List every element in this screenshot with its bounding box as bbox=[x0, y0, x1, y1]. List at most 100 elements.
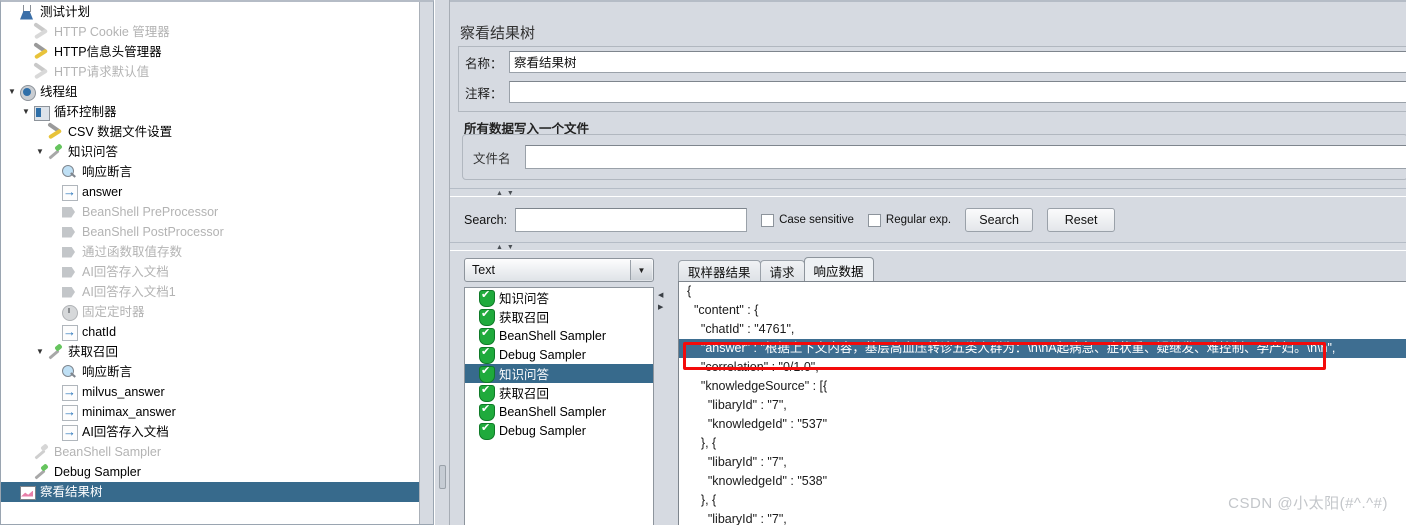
tree-item-7[interactable]: ▼ 知识问答 bbox=[1, 142, 433, 162]
tree-item-label: HTTP Cookie 管理器 bbox=[54, 25, 170, 39]
tree-item-0[interactable]: 测试计划 bbox=[1, 2, 433, 22]
tree-item-14[interactable]: AI回答存入文档1 bbox=[1, 282, 433, 302]
tree-item-11[interactable]: BeanShell PostProcessor bbox=[1, 222, 433, 242]
tree-item-1[interactable]: HTTP Cookie 管理器 bbox=[1, 22, 433, 42]
tree-toggle-icon[interactable]: ▼ bbox=[33, 342, 47, 362]
tree-item-label: 循环控制器 bbox=[54, 105, 117, 119]
tree-item-4[interactable]: ▼ 线程组 bbox=[1, 82, 433, 102]
tree-item-9[interactable]: answer bbox=[1, 182, 433, 202]
post-processor-arrow-icon bbox=[61, 382, 78, 402]
result-tabs[interactable]: 取样器结果 请求 响应数据 bbox=[678, 256, 874, 282]
tree-item-23[interactable]: Debug Sampler bbox=[1, 462, 433, 482]
list-item[interactable]: Debug Sampler bbox=[465, 421, 653, 440]
view-results-tree-panel: 察看结果树 名称： 察看结果树 注释： 所有数据写入一个文件 文件名 ▲▼ Se… bbox=[450, 0, 1406, 525]
tree-item-12[interactable]: 通过函数取值存数 bbox=[1, 242, 433, 262]
tree-item-17[interactable]: ▼ 获取召回 bbox=[1, 342, 433, 362]
magnifier-icon bbox=[61, 164, 78, 181]
splitter-onetouch-top[interactable]: ▲▼ bbox=[450, 188, 1406, 197]
tree-item-6[interactable]: CSV 数据文件设置 bbox=[1, 122, 433, 142]
regular-exp-checkbox[interactable]: Regular exp. bbox=[867, 213, 952, 227]
list-item[interactable]: 获取召回 bbox=[465, 383, 653, 402]
test-plan-tree[interactable]: 测试计划 HTTP Cookie 管理器 HTTP信息头管理器 HTTP请求默认值 ▼ 线… bbox=[0, 0, 434, 525]
list-item[interactable]: 知识问答 bbox=[465, 364, 653, 383]
processor-icon bbox=[61, 244, 78, 261]
tab-2[interactable]: 响应数据 bbox=[803, 257, 874, 282]
flask-icon bbox=[19, 4, 36, 21]
tree-item-3[interactable]: HTTP请求默认值 bbox=[1, 62, 433, 82]
regular-exp-label: Regular exp. bbox=[885, 214, 952, 226]
expand-right-icon[interactable]: ▶ bbox=[658, 303, 663, 311]
tree-toggle-icon[interactable]: ▼ bbox=[5, 82, 19, 102]
tree-item-19[interactable]: milvus_answer bbox=[1, 382, 433, 402]
tree-item-label: 测试计划 bbox=[40, 5, 91, 19]
list-item-label: 获取召回 bbox=[499, 387, 550, 401]
collapse-left-icon[interactable]: ◀ bbox=[658, 291, 663, 299]
list-item[interactable]: 获取召回 bbox=[465, 307, 653, 326]
main-splitter[interactable] bbox=[434, 0, 450, 525]
tree-item-2[interactable]: HTTP信息头管理器 bbox=[1, 42, 433, 62]
chevron-down-icon[interactable]: ▼ bbox=[630, 260, 652, 280]
tree-item-label: BeanShell PreProcessor bbox=[82, 205, 219, 219]
tree-item-label: 通过函数取值存数 bbox=[82, 245, 183, 259]
pipette-icon bbox=[33, 464, 50, 481]
tree-toggle-icon[interactable]: ▼ bbox=[33, 142, 47, 162]
processor-icon bbox=[61, 264, 78, 281]
tree-toggle-icon[interactable]: ▼ bbox=[19, 102, 33, 122]
tree-item-label: AI回答存入文档 bbox=[82, 425, 169, 439]
renderer-select[interactable]: Text ▼ bbox=[464, 258, 654, 282]
tree-item-label: HTTP请求默认值 bbox=[54, 65, 150, 79]
results-splitter[interactable]: ◀ ▶ bbox=[656, 287, 668, 525]
post-processor-arrow-icon bbox=[61, 422, 78, 442]
splitter-grip[interactable] bbox=[439, 465, 446, 489]
filename-input[interactable] bbox=[525, 145, 1406, 169]
response-line: "knowledgeId" : "537" bbox=[687, 417, 828, 431]
jmeter-window: 测试计划 HTTP Cookie 管理器 HTTP信息头管理器 HTTP请求默认值 ▼ 线… bbox=[0, 0, 1406, 525]
list-item-label: BeanShell Sampler bbox=[499, 328, 607, 343]
tree-item-16[interactable]: chatId bbox=[1, 322, 433, 342]
tree-item-label: CSV 数据文件设置 bbox=[68, 125, 173, 139]
checkbox-box-icon[interactable] bbox=[761, 213, 775, 227]
tree-item-24[interactable]: 察看结果树 bbox=[1, 482, 433, 502]
splitter-onetouch-bottom[interactable]: ▲▼ bbox=[450, 242, 1406, 251]
name-input[interactable]: 察看结果树 bbox=[509, 51, 1406, 73]
list-item[interactable]: BeanShell Sampler bbox=[465, 402, 653, 421]
response-line: "correlation" : "0/1.0", bbox=[687, 360, 819, 374]
comment-input[interactable] bbox=[509, 81, 1406, 103]
wrench-icon bbox=[33, 44, 50, 61]
pipette-icon bbox=[47, 144, 64, 161]
tree-item-18[interactable]: 响应断言 bbox=[1, 362, 433, 382]
tree-item-20[interactable]: minimax_answer bbox=[1, 402, 433, 422]
tree-item-10[interactable]: BeanShell PreProcessor bbox=[1, 202, 433, 222]
onetouch-arrows-icon[interactable]: ▲▼ bbox=[496, 243, 518, 252]
list-item[interactable]: BeanShell Sampler bbox=[465, 326, 653, 345]
tab-1[interactable]: 请求 bbox=[759, 260, 805, 282]
tree-item-22[interactable]: BeanShell Sampler bbox=[1, 442, 433, 462]
list-item-label: 知识问答 bbox=[499, 292, 550, 306]
search-button[interactable]: Search bbox=[965, 208, 1034, 232]
tree-item-label: Debug Sampler bbox=[54, 465, 141, 479]
search-input[interactable] bbox=[515, 208, 748, 232]
tree-item-15[interactable]: 固定定时器 bbox=[1, 302, 433, 322]
results-area: Text ▼ 知识问答获取召回BeanShell SamplerDebug Sa… bbox=[450, 254, 1406, 525]
tree-item-5[interactable]: ▼ 循环控制器 bbox=[1, 102, 433, 122]
tab-0[interactable]: 取样器结果 bbox=[678, 260, 761, 282]
page-title: 察看结果树 bbox=[460, 25, 536, 42]
tree-item-8[interactable]: 响应断言 bbox=[1, 162, 433, 182]
tree-item-21[interactable]: AI回答存入文档 bbox=[1, 422, 433, 442]
tree-item-label: 线程组 bbox=[40, 85, 78, 99]
onetouch-arrows-icon[interactable]: ▲▼ bbox=[496, 189, 518, 198]
tree-item-label: 获取召回 bbox=[68, 345, 119, 359]
list-item[interactable]: 知识问答 bbox=[465, 288, 653, 307]
list-item[interactable]: Debug Sampler bbox=[465, 345, 653, 364]
response-data-view[interactable]: { "content" : { "chatId" : "4761", "answ… bbox=[678, 281, 1406, 525]
response-line: "libaryId" : "7", bbox=[687, 398, 787, 412]
case-sensitive-checkbox[interactable]: Case sensitive bbox=[761, 213, 854, 227]
sampler-result-list[interactable]: 知识问答获取召回BeanShell SamplerDebug Sampler知识… bbox=[464, 287, 654, 525]
search-toolbar: Search: Case sensitive Regular exp. Sear… bbox=[450, 200, 1406, 240]
tree-item-label: 知识问答 bbox=[68, 145, 119, 159]
reset-button[interactable]: Reset bbox=[1047, 208, 1116, 232]
tree-item-13[interactable]: AI回答存入文档 bbox=[1, 262, 433, 282]
filename-row: 文件名 bbox=[463, 135, 1406, 179]
checkbox-box-icon[interactable] bbox=[867, 213, 881, 227]
tree-scrollbar[interactable] bbox=[419, 2, 433, 524]
